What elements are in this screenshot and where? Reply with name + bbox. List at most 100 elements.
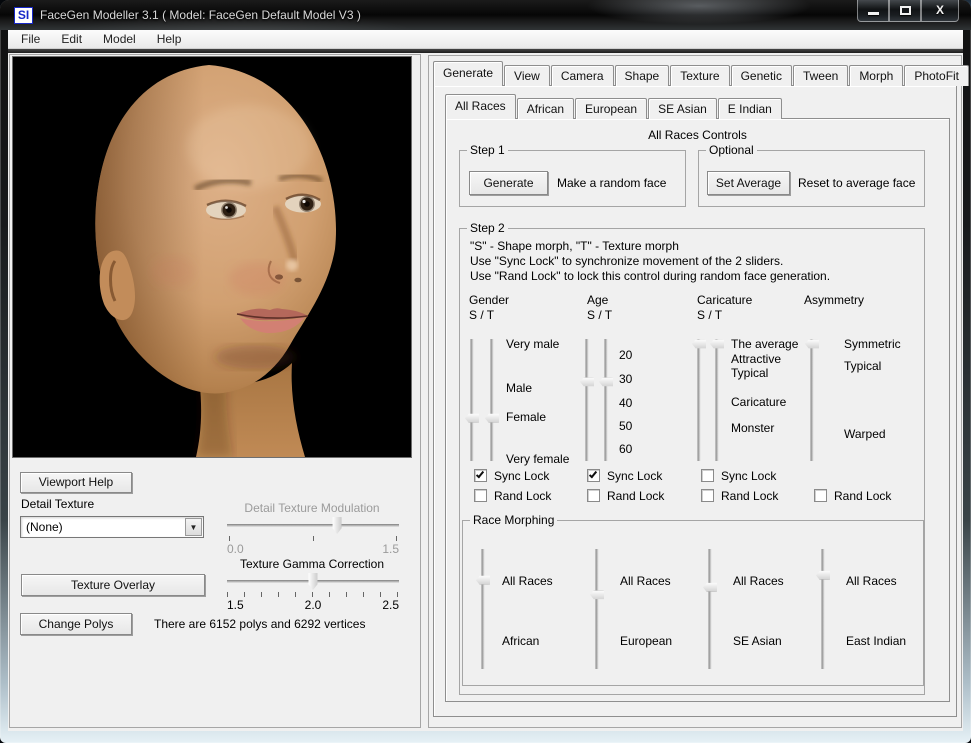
- race-slider-bottom-label: SE Asian: [733, 634, 782, 648]
- african-morph-slider[interactable]: [476, 549, 490, 669]
- age-st-label: S / T: [587, 308, 612, 322]
- tab-genetic[interactable]: Genetic: [731, 65, 792, 86]
- set-average-button[interactable]: Set Average: [707, 171, 790, 195]
- gender-shape-slider[interactable]: [465, 339, 479, 461]
- tab-generate[interactable]: Generate: [433, 61, 503, 86]
- caricature-shape-slider[interactable]: [692, 339, 706, 461]
- gender-texture-handle[interactable]: [485, 414, 499, 423]
- caricature-tick-label: Monster: [731, 421, 774, 435]
- slider-track: [482, 549, 485, 669]
- gender-sync-lock-checkbox[interactable]: [474, 469, 487, 482]
- dropdown-arrow-icon[interactable]: ▼: [185, 518, 202, 536]
- check-icon: [476, 470, 484, 479]
- caricature-texture-handle[interactable]: [710, 339, 724, 348]
- modulation-slider-handle[interactable]: [333, 517, 342, 534]
- tab-texture[interactable]: Texture: [670, 65, 729, 86]
- tab-photofit[interactable]: PhotoFit: [904, 65, 969, 86]
- race-slider-top-label: All Races: [846, 574, 897, 588]
- caricature-tick-label: Caricature: [731, 395, 786, 409]
- se-asian-morph-slider[interactable]: [703, 549, 717, 669]
- menu-model[interactable]: Model: [103, 32, 136, 46]
- slider-track: [586, 339, 589, 461]
- poly-count-status: There are 6152 polys and 6292 vertices: [154, 617, 365, 631]
- slider-track: [227, 524, 399, 527]
- change-polys-button[interactable]: Change Polys: [20, 613, 132, 635]
- caricature-shape-handle[interactable]: [692, 339, 706, 348]
- title-bar[interactable]: SI FaceGen Modeller 3.1 ( Model: FaceGen…: [0, 0, 971, 30]
- window-controls: X: [857, 0, 959, 22]
- menu-file[interactable]: File: [21, 32, 40, 46]
- asymmetry-rand-lock-checkbox[interactable]: [814, 489, 827, 502]
- close-button[interactable]: X: [921, 0, 959, 22]
- viewport-help-button[interactable]: Viewport Help: [20, 472, 132, 493]
- age-shape-handle[interactable]: [580, 377, 594, 386]
- gender-texture-slider[interactable]: [485, 339, 499, 461]
- tab-all-races[interactable]: All Races: [445, 94, 516, 119]
- tab-se-asian[interactable]: SE Asian: [648, 98, 717, 119]
- modulation-min-label: 0.0: [227, 542, 244, 556]
- european-morph-slider[interactable]: [590, 549, 604, 669]
- generate-button[interactable]: Generate: [469, 171, 548, 195]
- step2-legend: Step 2: [467, 221, 508, 235]
- age-texture-slider[interactable]: [599, 339, 613, 461]
- generate-tab-page: All Races African European SE Asian E In…: [433, 85, 957, 717]
- age-header: Age: [587, 293, 608, 307]
- asymmetry-slider[interactable]: [805, 339, 819, 461]
- caricature-header: Caricature: [697, 293, 752, 307]
- minimize-button[interactable]: [857, 0, 889, 22]
- caricature-rand-lock-checkbox[interactable]: [701, 489, 714, 502]
- client-area: Viewport Help Detail Texture (None) ▼ De…: [8, 53, 963, 731]
- tab-shape[interactable]: Shape: [615, 65, 670, 86]
- minimize-icon: [868, 12, 879, 15]
- caricature-texture-slider[interactable]: [710, 339, 724, 461]
- asymmetry-tick-label: Symmetric: [844, 337, 901, 351]
- sync-lock-label: Sync Lock: [494, 469, 549, 483]
- detail-texture-dropdown[interactable]: (None) ▼: [20, 516, 204, 538]
- rand-lock-label: Rand Lock: [607, 489, 664, 503]
- menu-help[interactable]: Help: [157, 32, 182, 46]
- race-morphing-legend: Race Morphing: [470, 513, 557, 527]
- step1-legend: Step 1: [467, 143, 508, 157]
- generate-description: Make a random face: [557, 176, 666, 190]
- gamma-mid-label: 2.0: [305, 598, 322, 612]
- step1-groupbox: Step 1 Generate Make a random face: [459, 150, 686, 207]
- tab-european[interactable]: European: [575, 98, 647, 119]
- menu-edit[interactable]: Edit: [61, 32, 82, 46]
- texture-overlay-button[interactable]: Texture Overlay: [21, 574, 205, 596]
- gender-tick-label: Male: [506, 381, 532, 395]
- slider-track: [471, 339, 474, 461]
- gender-tick-label: Very male: [506, 337, 559, 351]
- caricature-sync-lock-checkbox[interactable]: [701, 469, 714, 482]
- detail-texture-modulation-slider[interactable]: 0.0 1.5: [227, 517, 399, 551]
- age-shape-slider[interactable]: [580, 339, 594, 461]
- east-indian-morph-handle[interactable]: [816, 571, 830, 580]
- se-asian-morph-handle[interactable]: [703, 583, 717, 592]
- asymmetry-tick-label: Warped: [844, 427, 886, 441]
- gamma-slider-handle[interactable]: [309, 573, 318, 590]
- tab-e-indian[interactable]: E Indian: [718, 98, 782, 119]
- rendered-head-preview: [13, 57, 411, 457]
- tab-camera[interactable]: Camera: [551, 65, 614, 86]
- maximize-button[interactable]: [889, 0, 921, 22]
- gender-shape-handle[interactable]: [465, 414, 479, 423]
- optional-legend: Optional: [706, 143, 757, 157]
- tab-tween[interactable]: Tween: [793, 65, 848, 86]
- tab-african[interactable]: African: [517, 98, 574, 119]
- race-slider-bottom-label: East Indian: [846, 634, 906, 648]
- slider-track: [698, 339, 701, 461]
- age-sync-lock-checkbox[interactable]: [587, 469, 600, 482]
- tab-morph[interactable]: Morph: [849, 65, 903, 86]
- age-texture-handle[interactable]: [599, 377, 613, 386]
- east-indian-morph-slider[interactable]: [816, 549, 830, 669]
- tab-view[interactable]: View: [504, 65, 550, 86]
- asymmetry-handle[interactable]: [805, 339, 819, 348]
- european-morph-handle[interactable]: [590, 590, 604, 599]
- age-rand-lock-checkbox[interactable]: [587, 489, 600, 502]
- rand-lock-label: Rand Lock: [834, 489, 891, 503]
- sync-lock-label: Sync Lock: [721, 469, 776, 483]
- gamma-max-label: 2.5: [382, 598, 399, 612]
- gender-rand-lock-checkbox[interactable]: [474, 489, 487, 502]
- texture-gamma-slider[interactable]: 1.5 2.0 2.5: [227, 573, 399, 607]
- 3d-viewport[interactable]: [12, 56, 412, 458]
- african-morph-handle[interactable]: [476, 576, 490, 585]
